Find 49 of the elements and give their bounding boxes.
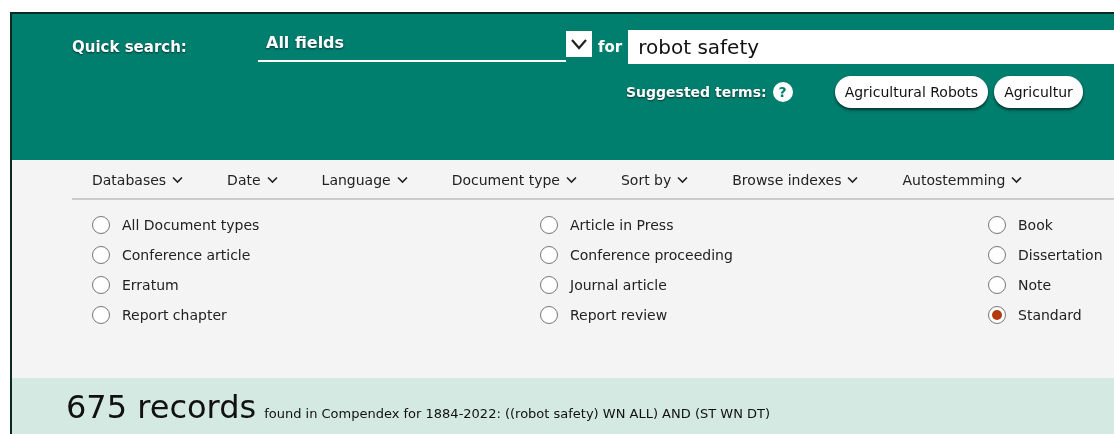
radio-button[interactable]: [540, 276, 558, 294]
search-input[interactable]: robot safety: [628, 30, 1114, 64]
chevron-down-icon: [1011, 176, 1023, 184]
radio-label: Article in Press: [570, 217, 674, 233]
chevron-down-icon: [172, 176, 184, 184]
radio-button[interactable]: [988, 306, 1006, 324]
radio-label: Note: [1018, 277, 1052, 293]
help-icon[interactable]: ?: [772, 82, 793, 102]
quick-search-label: Quick search:: [72, 38, 188, 56]
radio-label: All Document types: [122, 217, 260, 233]
filter-dropdown[interactable]: Language: [321, 172, 408, 188]
radio-button[interactable]: [988, 246, 1006, 264]
suggested-term-chip[interactable]: Agricultur: [994, 76, 1083, 108]
radio-label: Erratum: [122, 277, 179, 293]
radio-label: Report review: [570, 307, 668, 323]
chevron-down-icon: [396, 176, 408, 184]
search-field-select[interactable]: All fields: [258, 32, 566, 62]
radio-button[interactable]: [988, 276, 1006, 294]
radio-label: Standard: [1018, 307, 1082, 323]
radio-button[interactable]: [92, 276, 110, 294]
search-description: found in Compendex for 1884-2022: ((robot safety) WN ALL) AND (ST WN DT): [264, 406, 770, 421]
filter-dropdown[interactable]: Autostemming: [902, 172, 1023, 188]
chevron-down-icon: [565, 176, 577, 184]
radio-label: Conference article: [122, 247, 251, 263]
radio-label: Conference proceeding: [570, 247, 733, 263]
radio-button[interactable]: [92, 306, 110, 324]
suggested-term-chip[interactable]: Agricultural Robots: [834, 76, 989, 108]
radio-label: Book: [1018, 217, 1053, 233]
radio-label: Journal article: [570, 277, 667, 293]
for-label: for: [598, 38, 623, 56]
filter-dropdown[interactable]: Databases: [92, 172, 184, 188]
chevron-down-icon: [677, 176, 689, 184]
radio-label: Report chapter: [122, 307, 227, 323]
filter-dropdown[interactable]: Date: [227, 172, 278, 188]
filter-dropdown[interactable]: Sort by: [620, 172, 689, 188]
radio-label: Dissertation: [1018, 247, 1103, 263]
filter-dropdown[interactable]: Document type: [451, 172, 577, 188]
radio-button[interactable]: [540, 306, 558, 324]
radio-button[interactable]: [92, 246, 110, 264]
chevron-down-icon: [266, 176, 278, 184]
record-count: 675 records: [66, 388, 257, 426]
radio-button[interactable]: [92, 216, 110, 234]
chevron-down-icon: [847, 176, 859, 184]
radio-button[interactable]: [540, 216, 558, 234]
suggested-terms-label: Suggested terms:: [626, 84, 767, 100]
dropdown-chevron-icon[interactable]: [566, 31, 592, 57]
radio-button[interactable]: [988, 216, 1006, 234]
radio-button[interactable]: [540, 246, 558, 264]
filter-dropdown[interactable]: Browse indexes: [732, 172, 859, 188]
